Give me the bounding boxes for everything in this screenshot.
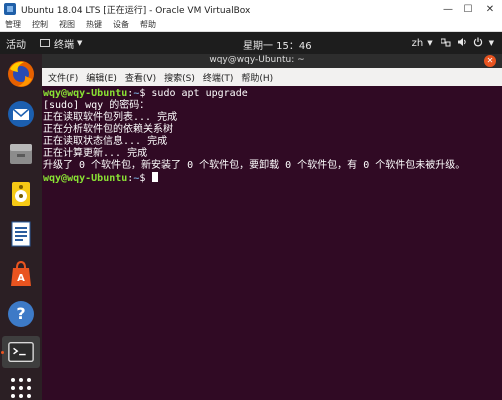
terminal-mini-icon	[40, 39, 50, 47]
host-menu-item[interactable]: 帮助	[140, 19, 156, 30]
app-grid-icon[interactable]	[5, 372, 37, 400]
host-menu-item[interactable]: 视图	[59, 19, 75, 30]
prompt-user: wqy@wqy-Ubuntu	[43, 173, 128, 184]
command-text: sudo apt upgrade	[151, 88, 248, 99]
running-indicator	[1, 351, 4, 354]
output-line: 正在读取状态信息... 完成	[43, 136, 168, 147]
chevron-down-icon: ▼	[77, 39, 83, 47]
close-icon[interactable]: ✕	[484, 55, 496, 67]
ubuntu-top-bar: 活动 终端 ▼ 星期一 15：46 zh ▼ ▼	[0, 32, 502, 54]
clock[interactable]: 星期一 15：46	[243, 37, 312, 52]
prompt-path: ~	[133, 173, 140, 184]
chevron-down-icon: ▼	[427, 39, 433, 47]
terminal-menu-help[interactable]: 帮助(H)	[241, 71, 273, 84]
software-icon[interactable]: A	[5, 258, 37, 290]
prompt-path: ~	[133, 88, 140, 99]
volume-icon	[457, 37, 467, 50]
output-line: 正在读取软件包列表... 完成	[43, 112, 178, 123]
app-menu-label: 终端	[54, 39, 74, 51]
host-window-title: Ubuntu 18.04 LTS [正在运行] - Oracle VM Virt…	[21, 5, 251, 16]
maximize-button[interactable]: ☐	[458, 0, 478, 18]
host-menu-item[interactable]: 热键	[86, 19, 102, 30]
app-menu[interactable]: 终端 ▼	[40, 36, 82, 51]
terminal-window[interactable]: wqy@wqy-Ubuntu: ~ ✕ 文件(F) 编辑(E) 查看(V) 搜索…	[42, 54, 502, 400]
system-tray[interactable]: zh ▼ ▼	[412, 32, 502, 54]
ubuntu-dock: A ?	[0, 54, 42, 400]
svg-text:?: ?	[16, 304, 25, 323]
terminal-title-bar[interactable]: wqy@wqy-Ubuntu: ~ ✕	[42, 54, 502, 68]
firefox-icon[interactable]	[5, 58, 37, 90]
close-button[interactable]: ✕	[478, 0, 502, 18]
command-line: wqy@wqy-Ubuntu:~$ sudo apt upgrade	[43, 88, 248, 99]
output-line: 升级了 0 个软件包，新安装了 0 个软件包，要卸载 0 个软件包，有 0 个软…	[43, 160, 466, 171]
svg-text:A: A	[17, 273, 25, 284]
text-cursor	[152, 172, 159, 182]
output-line: 正在计算更新... 完成	[43, 148, 148, 159]
minimize-button[interactable]: —	[438, 0, 458, 18]
host-menu-item[interactable]: 管理	[5, 19, 21, 30]
terminal-title: wqy@wqy-Ubuntu: ~	[209, 55, 305, 65]
prompt-user: wqy@wqy-Ubuntu	[43, 88, 128, 99]
output-line: 正在分析软件包的依赖关系树	[43, 124, 173, 135]
vm-window: Ubuntu 18.04 LTS [正在运行] - Oracle VM Virt…	[0, 0, 502, 400]
terminal-menu-file[interactable]: 文件(F)	[48, 71, 78, 84]
host-menu-item[interactable]: 控制	[32, 19, 48, 30]
chevron-down-icon: ▼	[488, 39, 494, 47]
terminal-icon[interactable]	[2, 336, 40, 368]
current-prompt-line: wqy@wqy-Ubuntu:~$	[43, 172, 502, 185]
terminal-menu-search[interactable]: 搜索(S)	[164, 71, 195, 84]
output-line: [sudo] wqy 的密码：	[43, 100, 150, 111]
power-icon	[473, 37, 483, 50]
rhythmbox-icon[interactable]	[5, 178, 37, 210]
host-menu-bar: 管理 控制 视图 热键 设备 帮助	[0, 18, 502, 32]
writer-icon[interactable]	[5, 218, 37, 250]
activities-button[interactable]: 活动	[6, 36, 26, 51]
virtualbox-icon	[4, 3, 16, 15]
network-icon	[440, 37, 451, 50]
terminal-menu-terminal[interactable]: 终端(T)	[203, 71, 234, 84]
host-menu-item[interactable]: 设备	[113, 19, 129, 30]
terminal-menu-view[interactable]: 查看(V)	[125, 71, 156, 84]
host-title-bar: Ubuntu 18.04 LTS [正在运行] - Oracle VM Virt…	[0, 0, 502, 18]
input-method-indicator[interactable]: zh	[412, 38, 424, 49]
files-icon[interactable]	[5, 138, 37, 170]
terminal-menu-bar: 文件(F) 编辑(E) 查看(V) 搜索(S) 终端(T) 帮助(H)	[42, 68, 502, 86]
help-icon[interactable]: ?	[5, 298, 37, 330]
terminal-menu-edit[interactable]: 编辑(E)	[86, 71, 117, 84]
thunderbird-icon[interactable]	[5, 98, 37, 130]
terminal-output[interactable]: wqy@wqy-Ubuntu:~$ sudo apt upgrade [sudo…	[42, 86, 502, 400]
